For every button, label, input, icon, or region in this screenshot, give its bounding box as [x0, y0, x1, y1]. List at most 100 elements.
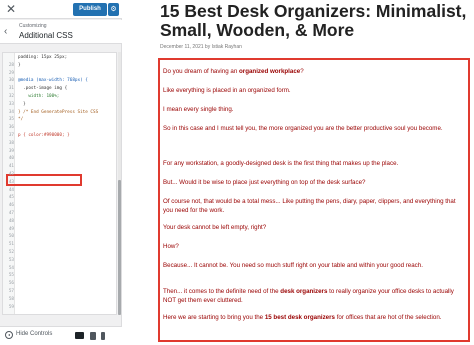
code-line[interactable]: 35 */	[3, 116, 116, 124]
code-line[interactable]: 38	[3, 140, 116, 148]
line-number: 40	[8, 156, 14, 162]
code-line[interactable]: 34 } /* End GeneratePress Site CSS	[3, 109, 116, 117]
code-line[interactable]: 50	[3, 233, 116, 241]
line-number: 29	[8, 70, 14, 76]
close-icon[interactable]: ✕	[4, 2, 18, 16]
code-line[interactable]: 39	[3, 148, 116, 156]
hide-controls-icon[interactable]	[5, 331, 13, 339]
article-paragraph: Here we are starting to bring you the 15…	[163, 314, 442, 321]
article-paragraph: Of course not, that would be a total mes…	[163, 198, 456, 214]
line-number: 42	[8, 172, 14, 177]
line-number: 51	[8, 242, 14, 248]
article-paragraph: Your desk cannot be left empty, right?	[163, 224, 267, 231]
line-number: 39	[8, 148, 14, 154]
code-line[interactable]: 52	[3, 249, 116, 257]
code-line[interactable]: 46	[3, 202, 116, 210]
code-line[interactable]: 33 }	[3, 101, 116, 109]
line-number: 44	[8, 187, 14, 193]
code-line[interactable]: 41	[3, 163, 116, 171]
code-line[interactable]: 53	[3, 257, 116, 265]
line-number: 57	[8, 289, 14, 294]
code-text: padding: 15px 25px;	[18, 55, 68, 60]
code-text: } /* End GeneratePress Site CSS	[18, 109, 99, 115]
code-line[interactable]: 37 p { color:#990000; }	[3, 132, 116, 140]
code-line[interactable]: 40	[3, 155, 116, 163]
line-number: 32	[8, 94, 14, 99]
code-line[interactable]: 57	[3, 288, 116, 296]
line-number: 47	[8, 211, 14, 216]
css-code-editor[interactable]: padding: 15px 25px; 28} 29 30 @media (max-wi…	[2, 52, 117, 315]
editor-scrollbar[interactable]	[118, 52, 121, 315]
customizer-topbar: ✕ Publish ⚙	[0, 0, 122, 19]
code-line[interactable]: 55	[3, 272, 116, 280]
code-line[interactable]: 47	[3, 210, 116, 218]
line-number: 49	[8, 226, 14, 232]
code-line[interactable]: 43	[3, 179, 116, 187]
article-paragraph: Then... it comes to the definite need of…	[163, 288, 454, 304]
line-number: 45	[8, 195, 14, 201]
section-header: ‹ Customizing Additional CSS	[0, 20, 122, 44]
line-number: 35	[8, 117, 14, 123]
line-number: 37	[8, 133, 14, 138]
line-number: 58	[8, 296, 14, 302]
code-line[interactable]: 30 @media (max-width: 768px) {	[3, 77, 116, 85]
line-number: 43	[8, 179, 14, 185]
line-number: 53	[8, 257, 14, 263]
code-text: width: 100%;	[18, 94, 60, 99]
post-title: 15 Best Desk Organizers: Minimalist, Sma…	[160, 1, 467, 40]
code-text: }	[18, 62, 21, 68]
code-line[interactable]: 54	[3, 265, 116, 273]
line-number: 50	[8, 234, 14, 240]
bold-phrase: organized workplace	[239, 68, 301, 75]
tablet-preview-icon[interactable]	[90, 332, 96, 340]
article-paragraph: But... Would it be wise to place just ev…	[163, 179, 366, 186]
code-line[interactable]: padding: 15px 25px;	[3, 54, 116, 62]
code-line[interactable]: 29	[3, 70, 116, 78]
code-line[interactable]: 49	[3, 226, 116, 234]
line-number: 28	[8, 62, 14, 68]
gear-icon[interactable]: ⚙	[108, 3, 119, 16]
customizer-footer: Hide Controls	[0, 326, 122, 345]
article-paragraph: I mean every single thing.	[163, 106, 234, 113]
back-arrow-icon[interactable]: ‹	[4, 26, 7, 38]
line-number: 30	[8, 78, 14, 84]
desktop-preview-icon[interactable]	[75, 332, 84, 339]
code-line[interactable]: 58	[3, 296, 116, 304]
mobile-preview-icon[interactable]	[101, 332, 105, 340]
line-number: 41	[8, 164, 14, 170]
line-number: 33	[8, 101, 14, 107]
code-line[interactable]: 31 .post-image img {	[3, 85, 116, 93]
line-number: 48	[8, 218, 14, 224]
code-line[interactable]: 48	[3, 218, 116, 226]
line-number: 46	[8, 203, 14, 209]
line-number: 38	[8, 140, 14, 146]
publish-button[interactable]: Publish	[73, 3, 107, 16]
section-title: Additional CSS	[19, 31, 73, 40]
line-number: 59	[8, 304, 14, 310]
post-meta: December 11, 2021 by Istiak Rayhan	[160, 44, 242, 50]
hide-controls-label[interactable]: Hide Controls	[16, 331, 52, 337]
code-line[interactable]: 59	[3, 304, 116, 312]
scrollbar-thumb[interactable]	[118, 180, 121, 315]
code-line[interactable]: 36	[3, 124, 116, 132]
line-number: 36	[8, 125, 14, 131]
article-paragraph: Like everything is placed in an organize…	[163, 87, 291, 94]
code-line[interactable]: 28}	[3, 62, 116, 70]
article-paragraph: How?	[163, 243, 179, 250]
code-line[interactable]: 56	[3, 280, 116, 288]
code-line[interactable]: 45	[3, 194, 116, 202]
line-number: 56	[8, 281, 14, 287]
code-line[interactable]: 44	[3, 187, 116, 195]
article-paragraph: Because... It cannot be. You need so muc…	[163, 262, 423, 269]
code-line[interactable]: 32 width: 100%;	[3, 93, 116, 101]
bold-phrase: 15 best desk organizers	[264, 314, 335, 321]
code-line[interactable]: 51	[3, 241, 116, 249]
line-number: 34	[8, 109, 14, 115]
article-paragraph: For any workstation, a goodly-designed d…	[163, 160, 399, 167]
code-text: .post-image img {	[18, 86, 68, 92]
code-line[interactable]: 42	[3, 171, 116, 179]
line-number: 31	[8, 86, 14, 92]
line-number: 52	[8, 250, 14, 255]
code-text: @media (max-width: 768px) {	[18, 78, 88, 84]
code-text: }	[18, 101, 26, 107]
